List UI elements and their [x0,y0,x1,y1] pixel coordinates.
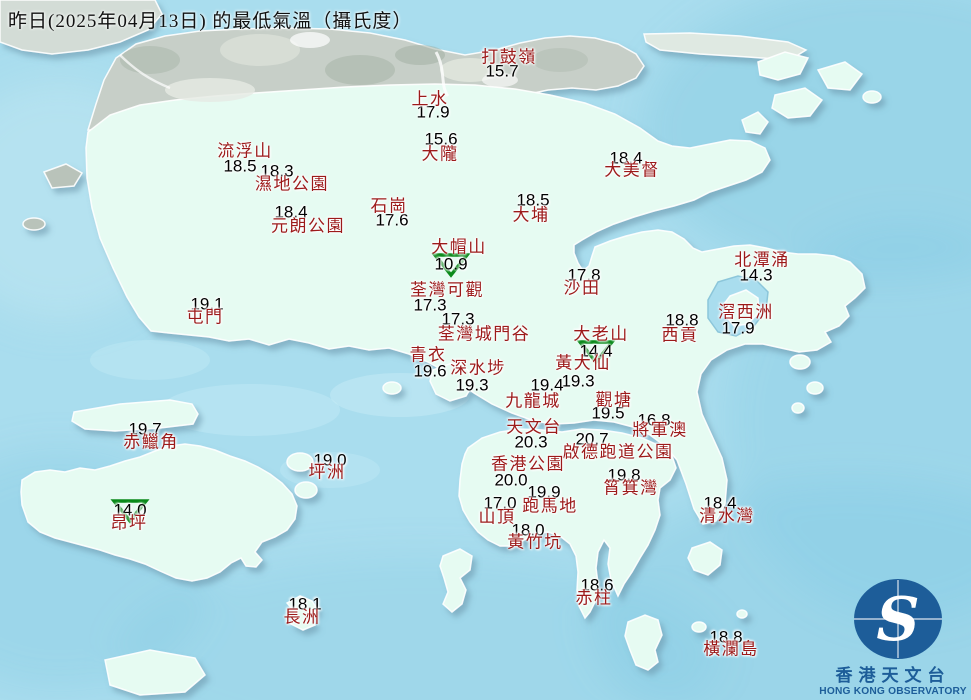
station-name: 筲箕灣 [603,478,659,498]
station-name: 九龍城 [505,391,561,411]
station-name: 荃灣城門谷 [437,324,531,344]
station-name: 大老山 [573,324,629,344]
station-name: 大帽山 [431,237,487,257]
station-name: 沙田 [563,278,601,298]
station-name: 天文台 [506,417,562,437]
svg-text:S: S [876,585,919,655]
station-name: 打鼓嶺 [481,47,537,67]
station-name: 青衣 [409,345,447,365]
station-value: 20.0 [494,470,528,490]
hko-logo-mark: S [854,579,942,660]
station-name: 大埔 [512,205,550,225]
station-name: 屯門 [186,307,224,327]
station-name: 啟德跑道公園 [562,442,674,462]
station-name: 將軍澳 [632,420,688,440]
station-name: 流浮山 [217,141,273,161]
station-name: 長洲 [283,607,321,627]
station-name: 荃灣可觀 [410,280,484,300]
station-name: 香港公園 [491,454,565,474]
hko-logo-cn: 香港天文台 [835,666,951,686]
station-name: 山頂 [478,507,516,527]
station-value: 10.9 [434,254,468,274]
station-name: 西貢 [661,325,699,345]
station-name: 大美督 [604,160,660,180]
station-name: 元朗公園 [271,216,345,236]
station-value: 19.3 [561,371,595,391]
station-value: 19.6 [413,361,447,381]
station-name: 滘西洲 [718,302,774,322]
station-name: 大隴 [421,144,459,164]
hko-logo-en: HONG KONG OBSERVATORY [819,685,967,697]
min-temp-map-page: 昨日(2025年04月13日) 的最低氣溫（攝氏度） 15.7 打鼓嶺 17.9 上水… [0,0,971,700]
station-name: 清水灣 [699,506,755,526]
station-name: 濕地公園 [255,174,329,194]
station-name: 橫瀾島 [703,639,759,659]
map-title: 昨日(2025年04月13日) 的最低氣溫（攝氏度） [8,11,413,32]
station-name: 觀塘 [595,390,633,410]
station-name: 黃大仙 [555,353,611,373]
station-name: 深水埗 [450,358,506,378]
station-name: 昂坪 [110,513,148,533]
station-name: 坪洲 [308,462,346,482]
station-value: 17.9 [721,318,755,338]
hko-logo: S 香港天文台 HONG KONG OBSERVATORY [817,577,969,698]
station-value: 19.3 [455,375,489,395]
station-name: 北潭涌 [734,250,790,270]
station-name: 上水 [411,89,449,109]
station-name: 石崗 [370,196,408,216]
station-name: 赤柱 [575,588,613,608]
station-name: 跑馬地 [522,496,578,516]
station-name: 黃竹坑 [507,532,563,552]
station-name: 赤鱲角 [123,432,179,452]
